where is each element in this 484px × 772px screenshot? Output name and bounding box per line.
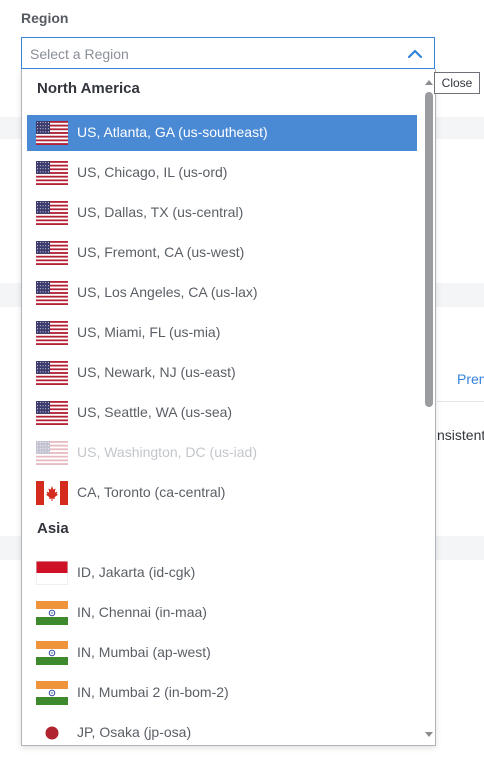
region-option[interactable]: US, Fremont, CA (us-west) bbox=[27, 235, 417, 271]
scroll-down-arrow-icon[interactable] bbox=[425, 732, 433, 737]
region-option-label: US, Newark, NJ (us-east) bbox=[77, 364, 236, 380]
region-option[interactable]: US, Chicago, IL (us-ord) bbox=[27, 155, 417, 191]
region-option-label: ID, Jakarta (id-cgk) bbox=[77, 564, 196, 580]
region-option-label: US, Miami, FL (us-mia) bbox=[77, 324, 221, 340]
in-flag-icon bbox=[36, 641, 68, 665]
us-flag-icon bbox=[36, 121, 68, 146]
us-flag-icon bbox=[36, 401, 68, 426]
region-option[interactable]: US, Seattle, WA (us-sea) bbox=[27, 395, 417, 431]
us-flag-icon bbox=[36, 361, 68, 386]
us-flag-icon bbox=[36, 161, 68, 186]
close-tooltip: Close bbox=[434, 72, 480, 94]
in-flag-icon bbox=[36, 681, 68, 705]
region-label: Region bbox=[21, 10, 69, 26]
region-option[interactable]: CA, Toronto (ca-central) bbox=[27, 475, 417, 511]
region-option[interactable]: US, Newark, NJ (us-east) bbox=[27, 355, 417, 391]
region-option[interactable]: US, Atlanta, GA (us-southeast) bbox=[27, 115, 417, 151]
group-heading: North America bbox=[37, 80, 140, 97]
group-heading: Asia bbox=[37, 520, 69, 537]
region-option[interactable]: IN, Mumbai 2 (in-bom-2) bbox=[27, 675, 417, 711]
chevron-up-icon[interactable] bbox=[407, 46, 423, 62]
region-option[interactable]: US, Miami, FL (us-mia) bbox=[27, 315, 417, 351]
us-flag-icon bbox=[36, 201, 68, 226]
region-dropdown-menu: North America US, Atlanta, GA (us-southea… bbox=[21, 69, 436, 746]
region-option-label: US, Seattle, WA (us-sea) bbox=[77, 404, 233, 420]
region-select[interactable]: Select a Region bbox=[21, 37, 435, 69]
scroll-up-arrow-icon[interactable] bbox=[425, 80, 433, 85]
background-text-fragment: nsistent bbox=[437, 427, 484, 443]
region-option[interactable]: US, Los Angeles, CA (us-lax) bbox=[27, 275, 417, 311]
region-option-label: JP, Osaka (jp-osa) bbox=[77, 724, 192, 740]
region-option-label: IN, Mumbai (ap-west) bbox=[77, 644, 211, 660]
region-option-label: US, Washington, DC (us-iad) bbox=[77, 444, 257, 460]
id-flag-icon bbox=[36, 561, 68, 585]
region-option-label: US, Chicago, IL (us-ord) bbox=[77, 164, 228, 180]
region-option[interactable]: ID, Jakarta (id-cgk) bbox=[27, 555, 417, 591]
region-option-label: US, Fremont, CA (us-west) bbox=[77, 244, 245, 260]
region-option[interactable]: JP, Osaka (jp-osa) bbox=[27, 715, 417, 745]
us-flag-icon bbox=[36, 321, 68, 346]
in-flag-icon bbox=[36, 601, 68, 625]
region-select-placeholder: Select a Region bbox=[30, 46, 129, 62]
background-tab-fragment[interactable]: Prem bbox=[457, 371, 484, 387]
scrollbar-thumb[interactable] bbox=[425, 92, 433, 407]
region-option: US, Washington, DC (us-iad) bbox=[27, 435, 417, 471]
region-option[interactable]: IN, Chennai (in-maa) bbox=[27, 595, 417, 631]
region-option-label: US, Dallas, TX (us-central) bbox=[77, 204, 244, 220]
us-flag-icon bbox=[36, 441, 68, 466]
dropdown-scrollbar[interactable] bbox=[422, 69, 435, 745]
jp-flag-icon bbox=[36, 721, 68, 745]
us-flag-icon bbox=[36, 241, 68, 266]
region-option-label: IN, Chennai (in-maa) bbox=[77, 604, 207, 620]
background-divider bbox=[437, 401, 484, 402]
region-option[interactable]: US, Dallas, TX (us-central) bbox=[27, 195, 417, 231]
ca-flag-icon bbox=[36, 481, 68, 505]
us-flag-icon bbox=[36, 281, 68, 306]
region-option-label: US, Los Angeles, CA (us-lax) bbox=[77, 284, 258, 300]
region-option-label: CA, Toronto (ca-central) bbox=[77, 484, 226, 500]
region-option-label: US, Atlanta, GA (us-southeast) bbox=[77, 124, 268, 140]
region-option-label: IN, Mumbai 2 (in-bom-2) bbox=[77, 684, 229, 700]
region-option[interactable]: IN, Mumbai (ap-west) bbox=[27, 635, 417, 671]
